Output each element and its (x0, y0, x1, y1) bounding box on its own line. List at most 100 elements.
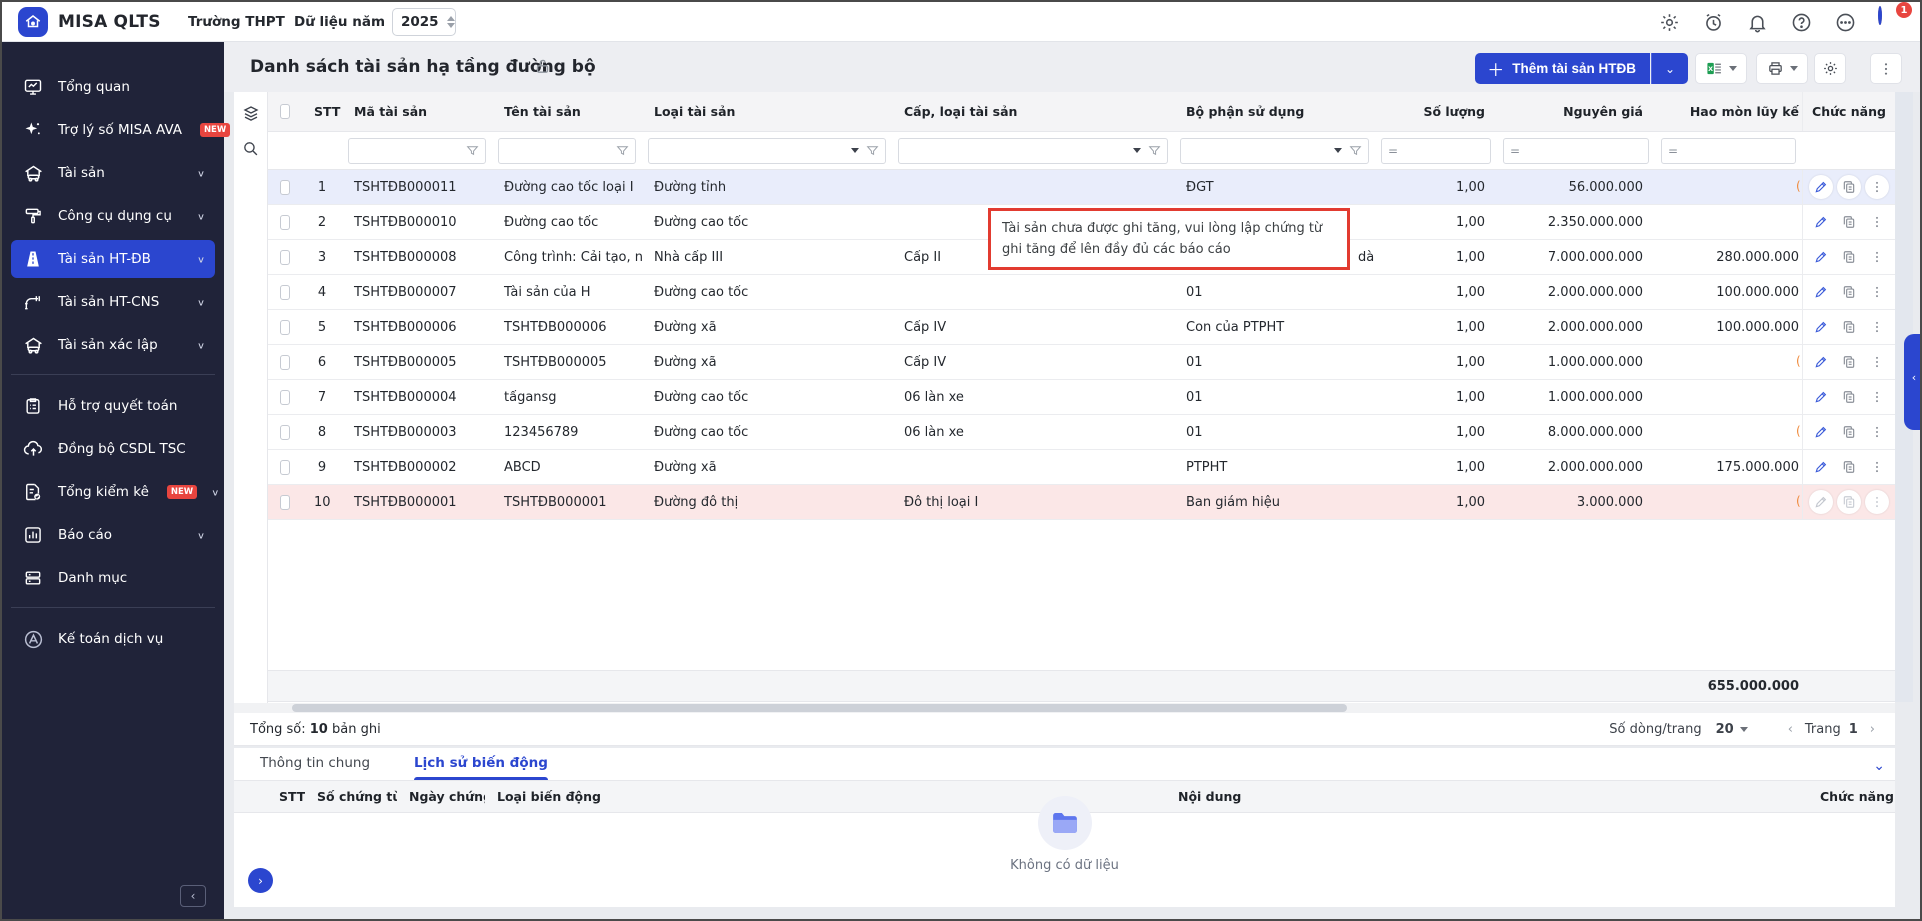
row-checkbox[interactable] (280, 355, 290, 370)
sidebar-item-7[interactable]: Tài sản xác lập∨ (11, 326, 215, 364)
sidebar-item-4[interactable]: Công cụ dụng cụ∨ (11, 197, 215, 235)
table-row[interactable]: 10TSHTĐB000001TSHTĐB000001Đường đô thịĐô… (268, 485, 1895, 520)
duplicate-icon[interactable] (1837, 455, 1861, 479)
equals-operator[interactable]: = (1668, 144, 1678, 158)
more-vert-icon[interactable] (1865, 315, 1889, 339)
more-vert-icon[interactable] (1865, 490, 1889, 514)
notifications-icon[interactable] (1746, 11, 1768, 33)
duplicate-icon[interactable] (1837, 245, 1861, 269)
scrollbar-thumb[interactable] (292, 704, 1347, 712)
duplicate-icon[interactable] (1837, 385, 1861, 409)
filter-input-ma[interactable] (348, 138, 486, 164)
filter-input-bo_phan[interactable] (1180, 138, 1369, 164)
expand-panel-button[interactable]: › (248, 868, 273, 893)
edit-icon[interactable] (1809, 315, 1833, 339)
excel-export-button[interactable]: X (1695, 53, 1747, 84)
add-asset-dropdown-button[interactable]: ⌄ (1651, 53, 1688, 84)
column-header-bo_phan[interactable]: Bộ phận sử dụng (1174, 104, 1375, 119)
app-logo-icon[interactable] (18, 7, 48, 37)
print-button[interactable] (1756, 53, 1808, 84)
sidebar-collapse-button[interactable]: ‹ (180, 885, 206, 907)
filter-input-hao_mon[interactable]: = (1661, 138, 1796, 164)
tab-2[interactable]: Lịch sử biến động (414, 755, 548, 780)
equals-operator[interactable]: = (1388, 144, 1398, 158)
duplicate-icon[interactable] (1837, 490, 1861, 514)
rows-per-page-select[interactable]: 20 (1710, 720, 1754, 739)
settings-icon[interactable] (1658, 11, 1680, 33)
more-icon[interactable] (1834, 11, 1856, 33)
more-vert-icon[interactable] (1865, 245, 1889, 269)
duplicate-icon[interactable] (1837, 280, 1861, 304)
more-vert-icon[interactable] (1865, 210, 1889, 234)
help-icon[interactable] (1790, 11, 1812, 33)
sidebar-item-11[interactable]: Báo cáo∨ (11, 516, 215, 554)
search-icon[interactable] (242, 140, 259, 157)
panel-collapse-chevron-icon[interactable]: ⌄ (1873, 758, 1885, 774)
column-header-cap[interactable]: Cấp, loại tài sản (892, 104, 1174, 119)
alarm-icon[interactable] (1702, 11, 1724, 33)
row-checkbox[interactable] (280, 215, 290, 230)
table-row[interactable]: 7TSHTĐB000004tấgansgĐường cao tốc06 làn … (268, 380, 1895, 415)
sidebar-item-9[interactable]: Đồng bộ CSDL TSC (11, 430, 215, 468)
prev-page-button[interactable]: ‹ (1784, 722, 1797, 737)
edit-icon[interactable] (1809, 455, 1833, 479)
sidebar-item-2[interactable]: Trợ lý số MISA AVANEW (11, 111, 215, 149)
column-header-hao_mon[interactable]: Hao mòn lũy kế (1655, 104, 1802, 119)
sidebar-item-13[interactable]: Kế toán dịch vụ (11, 620, 215, 658)
next-page-button[interactable]: › (1866, 722, 1879, 737)
duplicate-icon[interactable] (1837, 420, 1861, 444)
column-header-nguyen_gia[interactable]: Nguyên giá (1497, 104, 1655, 119)
row-checkbox[interactable] (280, 495, 290, 510)
row-checkbox[interactable] (280, 460, 290, 475)
column-header-ma[interactable]: Mã tài sản (342, 104, 492, 119)
spinner-arrows-icon[interactable] (447, 16, 455, 28)
sidebar-item-12[interactable]: Danh mục (11, 559, 215, 597)
more-actions-button[interactable] (1870, 53, 1902, 84)
sidebar-item-10[interactable]: Tổng kiểm kêNEW∨ (11, 473, 215, 511)
filter-input-loai[interactable] (648, 138, 886, 164)
duplicate-icon[interactable] (1837, 175, 1861, 199)
column-header-ten[interactable]: Tên tài sản (492, 104, 642, 119)
column-header-stt[interactable]: STT (302, 104, 342, 119)
more-vert-icon[interactable] (1865, 455, 1889, 479)
tab-1[interactable]: Thông tin chung (260, 755, 370, 780)
year-spinner[interactable]: 2025 (392, 8, 456, 36)
edit-icon[interactable] (1809, 175, 1833, 199)
row-checkbox[interactable] (280, 180, 290, 195)
filter-input-nguyen_gia[interactable]: = (1503, 138, 1649, 164)
column-header-loai[interactable]: Loại tài sản (642, 104, 892, 119)
equals-operator[interactable]: = (1510, 144, 1520, 158)
add-asset-button[interactable]: ＋ Thêm tài sản HTĐB (1475, 53, 1650, 84)
table-row[interactable]: 4TSHTĐB000007Tài sản của HĐường cao tốc0… (268, 275, 1895, 310)
table-row[interactable]: 9TSHTĐB000002ABCDĐường xãPTPHT1,002.000.… (268, 450, 1895, 485)
filter-input-cap[interactable] (898, 138, 1168, 164)
edit-icon[interactable] (1809, 385, 1833, 409)
table-row[interactable]: 6TSHTĐB000005TSHTĐB000005Đường xãCấp IV0… (268, 345, 1895, 380)
detail-flyout-handle[interactable]: ‹ (1904, 334, 1922, 430)
edit-icon[interactable] (1809, 350, 1833, 374)
duplicate-icon[interactable] (1837, 210, 1861, 234)
table-row[interactable]: 1TSHTĐB000011Đường cao tốc loại IĐường t… (268, 170, 1895, 205)
row-checkbox[interactable] (280, 320, 290, 335)
edit-icon[interactable] (1809, 245, 1833, 269)
sidebar-item-1[interactable]: Tổng quan (11, 68, 215, 106)
more-vert-icon[interactable] (1865, 385, 1889, 409)
row-checkbox[interactable] (280, 425, 290, 440)
select-all-checkbox[interactable] (280, 104, 290, 119)
more-vert-icon[interactable] (1865, 175, 1889, 199)
edit-icon[interactable] (1809, 280, 1833, 304)
more-vert-icon[interactable] (1865, 280, 1889, 304)
edit-icon[interactable] (1809, 420, 1833, 444)
layers-icon[interactable] (242, 104, 260, 122)
row-checkbox[interactable] (280, 250, 290, 265)
duplicate-icon[interactable] (1837, 315, 1861, 339)
column-header-so_luong[interactable]: Số lượng (1375, 104, 1497, 119)
sidebar-item-5[interactable]: Tài sản HT-ĐB∨ (11, 240, 215, 278)
edit-icon[interactable] (1809, 490, 1833, 514)
filter-input-so_luong[interactable]: = (1381, 138, 1491, 164)
duplicate-icon[interactable] (1837, 350, 1861, 374)
sidebar-item-6[interactable]: Tài sản HT-CNS∨ (11, 283, 215, 321)
unlock-icon[interactable] (534, 58, 551, 75)
column-header-fn[interactable]: Chức năng (1802, 92, 1895, 131)
more-vert-icon[interactable] (1865, 350, 1889, 374)
